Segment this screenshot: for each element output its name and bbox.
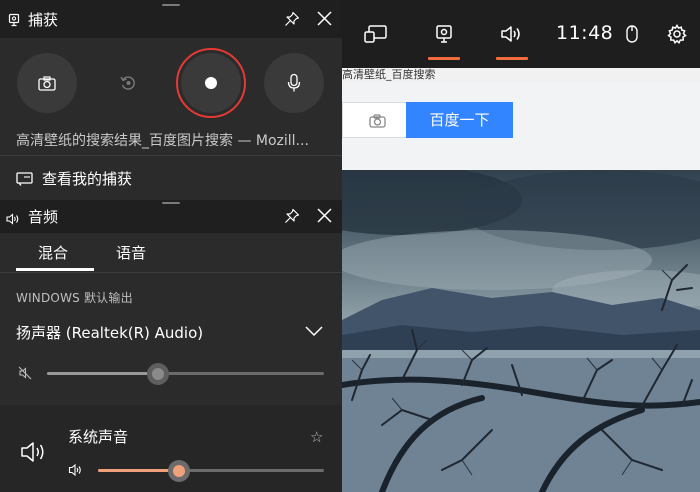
close-icon[interactable]: [316, 10, 333, 31]
default-output-label: WINDOWS 默认输出: [16, 291, 133, 305]
mute-speaker-icon[interactable]: [17, 365, 33, 385]
close-icon[interactable]: [316, 207, 333, 228]
divider: [0, 155, 342, 156]
app-volume-thumb-core: [173, 465, 185, 477]
active-tab-indicator: [16, 268, 94, 271]
screenshot-button[interactable]: [17, 53, 77, 113]
device-volume-thumb[interactable]: [147, 363, 169, 385]
app-volume-fill: [98, 469, 179, 472]
pin-icon[interactable]: [284, 11, 300, 31]
capture-active-indicator: [428, 57, 460, 60]
capture-widget: 捕获 高清壁纸的搜索结果_百度图片搜索 — Mozill... 查看我的捕获: [0, 0, 342, 200]
chevron-down-icon[interactable]: [304, 322, 324, 341]
mouse-button[interactable]: [618, 0, 646, 68]
speaker-small-icon: [6, 210, 21, 229]
audio-widget-button[interactable]: [490, 0, 534, 68]
tab-mix[interactable]: 混合: [38, 242, 68, 263]
gallery-icon: [16, 171, 33, 186]
microphone-icon: [287, 73, 301, 92]
browser-tab-label: 高清壁纸_百度搜索: [342, 68, 436, 81]
clock: 11:48: [556, 22, 614, 44]
app-name: 系统声音: [68, 428, 129, 446]
settings-button[interactable]: [660, 0, 694, 68]
speaker-icon: [501, 26, 520, 42]
capture-widget-header[interactable]: 捕获: [0, 0, 342, 38]
gamebar-top: 11:48: [342, 0, 700, 68]
search-input[interactable]: [342, 102, 406, 138]
device-volume-thumb-core: [152, 368, 164, 380]
camera-search-icon[interactable]: [369, 113, 386, 132]
drag-handle[interactable]: [162, 4, 180, 6]
wallpaper-image[interactable]: [342, 170, 700, 492]
mouse-icon: [626, 25, 638, 43]
webcam-icon: [8, 12, 20, 31]
device-volume-fill: [47, 372, 158, 375]
output-device-select[interactable]: 扬声器 (Realtek(R) Audio): [16, 322, 203, 343]
microphone-toggle-button[interactable]: [264, 53, 324, 113]
audio-active-indicator: [496, 57, 528, 60]
gear-icon: [667, 24, 687, 44]
favorite-star-icon[interactable]: ☆: [310, 428, 323, 446]
view-captures-label: 查看我的捕获: [42, 170, 133, 188]
app-speaker-icon[interactable]: [68, 462, 84, 481]
record-dot-icon: [205, 77, 217, 89]
capture-widget-button[interactable]: [422, 0, 466, 68]
view-captures-link[interactable]: 查看我的捕获: [16, 168, 132, 189]
system-sounds-icon: [20, 439, 48, 469]
replay-icon: [120, 76, 135, 90]
start-recording-button[interactable]: [181, 53, 241, 113]
record-last-30s-button[interactable]: [98, 53, 158, 113]
app-volume-thumb[interactable]: [168, 460, 190, 482]
audio-widget-header[interactable]: 音频: [0, 200, 342, 233]
pin-icon[interactable]: [284, 208, 300, 228]
drag-handle[interactable]: [162, 202, 180, 204]
divider: [0, 272, 342, 273]
capture-widget-title: 捕获: [28, 11, 59, 29]
browser-tab-title[interactable]: 高清壁纸_百度搜索: [342, 68, 700, 82]
widget-menu-button[interactable]: [354, 0, 398, 68]
capture-target-window: 高清壁纸的搜索结果_百度图片搜索 — Mozill...: [16, 133, 309, 149]
wallpaper-illustration: [342, 170, 700, 492]
webcam-icon: [436, 25, 452, 43]
widget-menu-icon: [364, 25, 387, 43]
audio-widget: 音频 混合 语音 WINDOWS 默认输出 扬声器 (Realtek(R) Au…: [0, 200, 342, 492]
tab-voice[interactable]: 语音: [116, 242, 146, 263]
audio-widget-title: 音频: [28, 208, 59, 226]
search-button[interactable]: 百度一下: [406, 102, 513, 138]
camera-icon: [38, 75, 56, 91]
